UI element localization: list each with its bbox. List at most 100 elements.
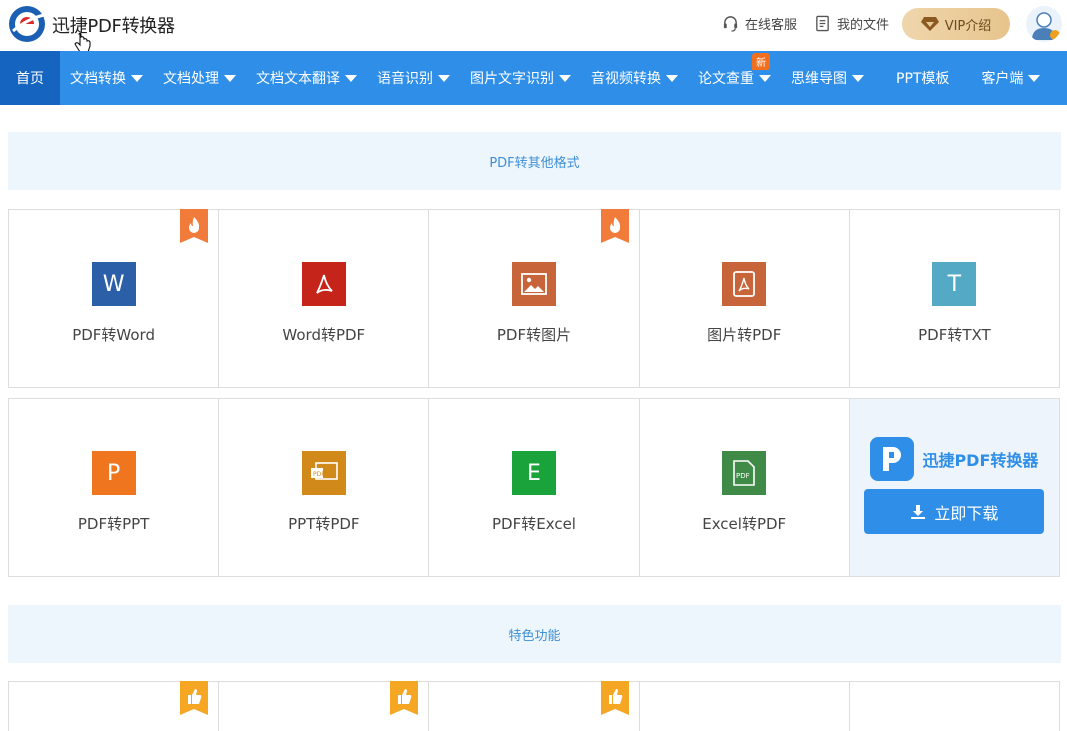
excel-to-pdf-icon: PDF: [722, 451, 767, 495]
tool-label: 图片转PDF: [707, 326, 782, 344]
txt-icon: T: [932, 262, 977, 306]
tool-word-to-pdf[interactable]: Word转PDF: [219, 210, 430, 387]
tool-pdf-to-txt[interactable]: T PDF转TXT: [850, 210, 1059, 387]
ppt-icon: P: [91, 451, 136, 495]
nav-label: 首页: [16, 71, 44, 87]
tool-label: PDF转Word: [72, 326, 155, 344]
nav-item-ocr[interactable]: 图片文字识别: [460, 51, 581, 105]
hot-ribbon-icon: [600, 209, 629, 243]
logo-icon[interactable]: [8, 5, 46, 43]
promo-header: 迅捷PDF转换器: [870, 437, 1038, 481]
brand-name[interactable]: 迅捷PDF转换器: [52, 12, 175, 38]
thumbs-up-ribbon-icon: [180, 681, 209, 715]
nav-label: 文档转换: [70, 71, 126, 87]
document-icon: [816, 15, 829, 32]
feature-cell[interactable]: [640, 682, 850, 731]
tool-pdf-to-ppt[interactable]: P PDF转PPT: [9, 399, 220, 576]
tool-grid-row-2: P PDF转PPT PDF PPT转PDF E PDF转Excel PDF Ex…: [8, 398, 1060, 577]
section-title-features: 特色功能: [8, 605, 1061, 663]
pdf-doc-icon: [722, 262, 767, 306]
nav-item-plagiarism[interactable]: 论文查重新: [688, 51, 781, 105]
thumbs-up-ribbon-icon: [390, 681, 419, 715]
feature-cell[interactable]: [429, 681, 640, 731]
caret-down-icon: [1028, 74, 1041, 82]
tool-label: Excel转PDF: [702, 515, 787, 533]
nav-item-speech[interactable]: 语音识别: [367, 51, 460, 105]
vip-label: VIP介绍: [944, 18, 992, 34]
tool-ppt-to-pdf[interactable]: PDF PPT转PDF: [219, 399, 430, 576]
pdf-icon: [301, 262, 346, 306]
tool-label: PDF转TXT: [918, 326, 991, 344]
nav-label: 音视频转换: [591, 71, 661, 87]
svg-text:PDF: PDF: [313, 471, 325, 478]
thumbs-up-ribbon-icon: [600, 681, 629, 715]
section-title-convert: PDF转其他格式: [8, 132, 1061, 190]
tool-grid-row-1: W PDF转Word Word转PDF PDF转图片 图片转PDF T PDF转…: [8, 209, 1060, 388]
nav-item-doc-process[interactable]: 文档处理: [153, 51, 246, 105]
tool-pdf-to-excel[interactable]: E PDF转Excel: [429, 399, 640, 576]
tool-label: PDF转图片: [496, 326, 572, 344]
user-avatar[interactable]: [1026, 6, 1062, 42]
caret-down-icon: [345, 74, 357, 82]
app-logo-icon: [870, 437, 915, 481]
promo-title: 迅捷PDF转换器: [922, 451, 1039, 470]
hot-ribbon-icon: [180, 209, 209, 243]
nav-label: 思维导图: [791, 71, 847, 87]
headset-icon: [723, 16, 738, 32]
my-files-label: 我的文件: [837, 18, 890, 33]
online-service-label: 在线客服: [745, 18, 798, 33]
caret-down-icon: [131, 74, 143, 82]
tool-label: PDF转PPT: [77, 515, 150, 533]
caret-down-icon: [852, 74, 864, 82]
nav-label: 图片文字识别: [470, 71, 554, 87]
user-icon: [1032, 12, 1060, 40]
caret-down-icon: [438, 74, 450, 82]
feature-cell[interactable]: [850, 682, 1059, 731]
my-files-link[interactable]: 我的文件: [814, 14, 889, 33]
tool-excel-to-pdf[interactable]: PDF Excel转PDF: [640, 399, 850, 576]
image-icon: [512, 262, 556, 306]
caret-down-icon: [559, 74, 571, 82]
online-service-link[interactable]: 在线客服: [722, 14, 797, 33]
nav-item-client[interactable]: 客户端: [971, 51, 1050, 105]
feature-grid-row: [8, 681, 1060, 731]
download-now-button[interactable]: 立即下载: [864, 489, 1045, 534]
nav-label: 客户端: [981, 71, 1024, 87]
caret-down-icon: [224, 74, 236, 82]
nav-item-av-convert[interactable]: 音视频转换: [581, 51, 688, 105]
section-title-text: PDF转其他格式: [489, 155, 580, 171]
nav-label: 文档处理: [163, 71, 219, 87]
feature-cell[interactable]: [219, 681, 430, 731]
diamond-icon: [920, 17, 939, 31]
download-label: 立即下载: [934, 503, 999, 523]
nav-label: 论文查重: [698, 71, 754, 87]
nav-item-translate[interactable]: 文档文本翻译: [246, 51, 367, 105]
nav-label: 文档文本翻译: [256, 71, 340, 87]
vip-intro-button[interactable]: VIP介绍: [902, 8, 1010, 40]
tool-pdf-to-image[interactable]: PDF转图片: [429, 209, 640, 387]
download-promo: 迅捷PDF转换器 立即下载: [849, 399, 1060, 576]
new-badge: 新: [752, 53, 770, 70]
download-icon: [911, 504, 926, 519]
nav-item-home[interactable]: 首页: [0, 51, 60, 105]
nav-label: 语音识别: [377, 71, 433, 87]
nav-label: PPT模板: [896, 71, 950, 87]
tool-label: PDF转Excel: [492, 515, 576, 533]
excel-icon: E: [512, 451, 556, 495]
top-header: 迅捷PDF转换器 在线客服 我的文件 VIP介绍: [0, 0, 1067, 53]
tool-pdf-to-word[interactable]: W PDF转Word: [9, 209, 220, 387]
nav-item-ppt-template[interactable]: PPT模板: [874, 51, 971, 105]
tool-label: PPT转PDF: [288, 515, 360, 533]
nav-item-doc-convert[interactable]: 文档转换: [60, 51, 153, 105]
nav-item-mindmap[interactable]: 思维导图: [781, 51, 874, 105]
feature-cell[interactable]: [9, 681, 220, 731]
svg-text:PDF: PDF: [736, 472, 750, 480]
tool-image-to-pdf[interactable]: 图片转PDF: [640, 210, 850, 387]
main-nav: 首页 文档转换 文档处理 文档文本翻译 语音识别 图片文字识别 音视频转换 论文…: [0, 51, 1067, 105]
caret-down-icon: [759, 74, 771, 82]
section-title-text: 特色功能: [508, 628, 561, 644]
ppt-to-pdf-icon: PDF: [301, 451, 346, 495]
tool-label: Word转PDF: [282, 326, 366, 344]
word-icon: W: [91, 262, 136, 306]
caret-down-icon: [666, 74, 678, 82]
